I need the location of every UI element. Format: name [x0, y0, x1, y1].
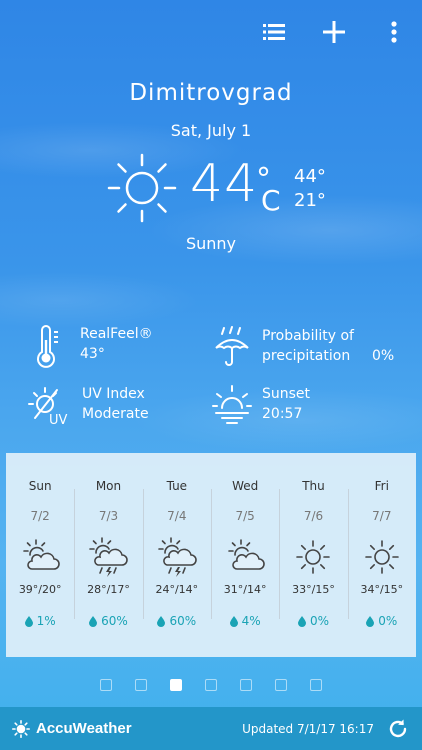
partly-cloudy-icon	[23, 539, 60, 570]
realfeel-detail: RealFeel® 43°	[30, 324, 153, 368]
forecast-temperatures: 28°/17°	[87, 583, 130, 596]
forecast-date: 7/7	[372, 509, 392, 523]
forecast-date: 7/4	[167, 509, 187, 523]
forecast-date: 7/6	[303, 509, 324, 523]
sunset-label: Sunset	[262, 386, 311, 402]
raindrop-icon	[297, 615, 306, 627]
accuweather-logo[interactable]: AccuWeather	[12, 719, 132, 738]
uv-icon: UV	[28, 387, 68, 428]
forecast-day-name: Wed	[232, 479, 259, 493]
top-toolbar	[260, 18, 408, 46]
add-location-button[interactable]	[320, 18, 348, 46]
forecast-temperatures: 31°/14°	[223, 583, 267, 596]
plus-icon	[323, 21, 345, 43]
forecast-precipitation-value: 60%	[101, 614, 128, 628]
accuweather-sun-icon	[12, 719, 30, 738]
raindrop-icon	[157, 615, 166, 627]
raindrop-icon	[89, 615, 98, 627]
umbrella-icon	[215, 326, 249, 366]
list-button[interactable]	[260, 18, 288, 46]
forecast-precipitation-value: 0%	[378, 614, 398, 628]
forecast-temperatures: 33°/15°	[292, 583, 335, 596]
current-date: Sat, July 1	[170, 121, 252, 140]
thunderstorm-icon	[89, 537, 129, 577]
partly-cloudy-icon	[228, 539, 265, 570]
raindrop-icon	[366, 615, 375, 627]
page-dot[interactable]	[275, 679, 287, 691]
brand-name: AccuWeather	[36, 720, 132, 737]
precipitation-label-line2: precipitation	[262, 348, 351, 364]
forecast-day-name: Mon	[95, 479, 122, 493]
forecast-precipitation-value: 1%	[36, 614, 56, 628]
forecast-precipitation: 1%	[24, 614, 56, 628]
forecast-day[interactable]: Thu 7/6 33°/15° 0%	[279, 479, 347, 657]
precipitation-detail: Probability of precipitation 0%	[212, 326, 394, 370]
uv-index-detail: UV UV Index Moderate	[26, 384, 149, 428]
low-temperature: 21°	[294, 190, 326, 211]
footer-bar: AccuWeather Updated 7/1/17 16:17	[0, 707, 422, 750]
more-options-button[interactable]	[380, 18, 408, 46]
realfeel-value: 43°	[80, 346, 105, 362]
forecast-day-name: Thu	[302, 479, 325, 493]
forecast-temperatures: 24°/14°	[155, 583, 199, 596]
forecast-day[interactable]: Tue 7/4 24°/14° 60%	[142, 479, 211, 657]
forecast-precipitation: 0%	[366, 614, 397, 628]
page-dot[interactable]	[310, 679, 322, 691]
page-dot-active[interactable]	[170, 679, 182, 691]
page-indicator	[0, 679, 422, 691]
sun-icon	[364, 540, 399, 574]
raindrop-icon	[229, 615, 238, 627]
forecast-precipitation: 4%	[229, 614, 261, 628]
forecast-precipitation-value: 60%	[169, 614, 197, 628]
page-dot[interactable]	[240, 679, 252, 691]
forecast-day[interactable]: Mon 7/3 28°/17° 60%	[74, 479, 142, 657]
uv-index-label: UV Index	[82, 386, 145, 402]
forecast-precipitation: 60%	[157, 614, 196, 628]
sunset-detail: Sunset 20:57	[212, 384, 310, 428]
sunset-value: 20:57	[262, 406, 303, 422]
sunset-icon	[212, 385, 252, 424]
refresh-button[interactable]	[386, 717, 410, 741]
list-icon	[263, 24, 285, 40]
sun-icon	[296, 540, 331, 574]
celsius-unit: C	[261, 184, 281, 217]
forecast-day-name: Sun	[28, 479, 52, 493]
forecast-date: 7/3	[98, 509, 119, 523]
high-temperature: 44°	[294, 166, 326, 187]
page-dot[interactable]	[135, 679, 147, 691]
refresh-icon	[389, 719, 407, 737]
uv-index-value: Moderate	[82, 406, 149, 422]
forecast-day-name: Fri	[374, 479, 389, 493]
forecast-precipitation: 0%	[297, 614, 329, 628]
more-vertical-icon	[391, 21, 397, 43]
last-updated: Updated 7/1/17 16:17	[242, 721, 374, 736]
forecast-day-name: Tue	[166, 479, 188, 493]
raindrop-icon	[24, 615, 33, 627]
precipitation-label-line1: Probability of	[262, 328, 354, 344]
forecast-day[interactable]: Fri 7/7 34°/15° 0%	[347, 479, 416, 657]
forecast-precipitation-value: 0%	[309, 614, 329, 628]
forecast-date: 7/5	[235, 509, 255, 523]
city-name: Dimitrovgrad	[129, 80, 293, 106]
thunderstorm-icon	[158, 537, 197, 577]
forecast-date: 7/2	[30, 509, 50, 523]
current-condition: Sunny	[185, 234, 237, 253]
forecast-temperatures: 39°/20°	[18, 583, 62, 596]
thermometer-icon	[37, 325, 58, 368]
sun-icon	[107, 153, 177, 223]
realfeel-label: RealFeel®	[80, 326, 153, 342]
precipitation-value: 0%	[371, 348, 395, 364]
forecast-precipitation: 60%	[89, 614, 128, 628]
forecast-day[interactable]: Sun 7/2 39°/20° 1%	[6, 479, 74, 657]
page-dot[interactable]	[205, 679, 217, 691]
forecast-day[interactable]: Wed 7/5 31°/14° 4%	[210, 479, 279, 657]
svg-text:UV: UV	[49, 413, 68, 428]
forecast-precipitation-value: 4%	[241, 614, 261, 628]
current-weather: 44 ° C 44° 21°	[104, 150, 344, 230]
page-dot[interactable]	[100, 679, 112, 691]
current-temperature: 44	[190, 154, 259, 214]
daily-forecast-panel[interactable]: Sun 7/2 39°/20° 1% Mon 7/3 28°/17° 60% Tue 7/4 24°…	[6, 453, 416, 657]
forecast-temperatures: 34°/15°	[360, 583, 404, 596]
